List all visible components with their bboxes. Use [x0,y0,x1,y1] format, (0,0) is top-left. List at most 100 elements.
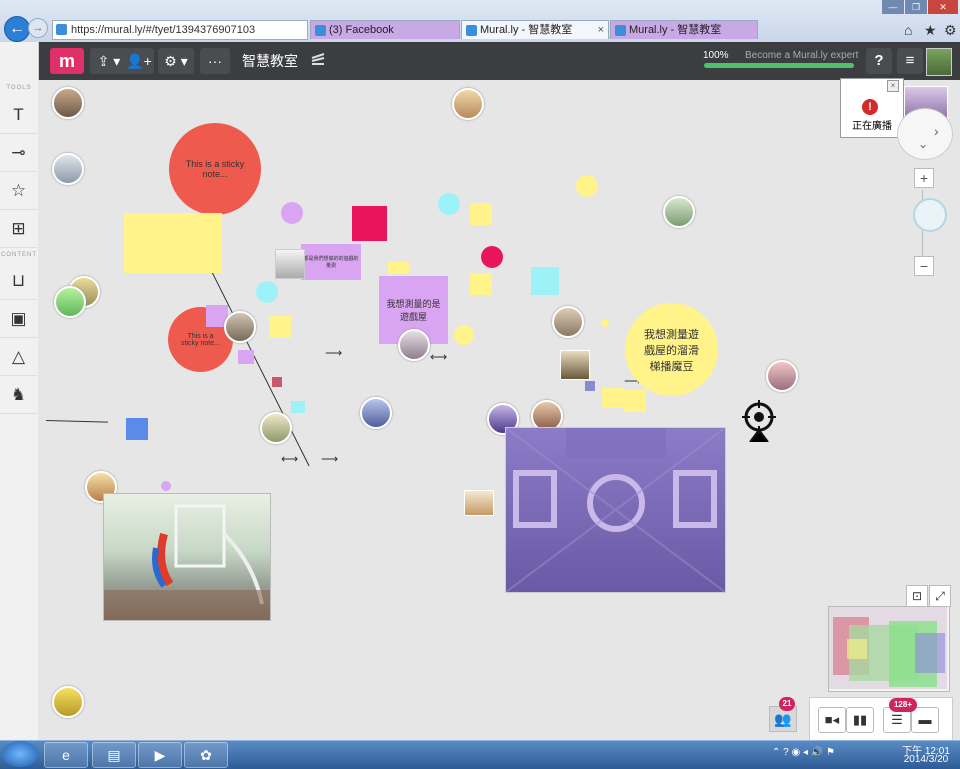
close-window-button[interactable]: ✕ [928,0,958,14]
clock-date[interactable]: 2014/3/20 [896,754,956,765]
sticky-note-circle[interactable] [576,175,598,197]
chevron-down-icon[interactable]: ⌄ [918,137,928,151]
sticky-note-cyan[interactable] [531,267,559,295]
avatar[interactable] [926,48,952,76]
forward-button[interactable]: → [28,18,48,38]
connector-tool-icon[interactable]: ⊸ [0,134,37,172]
playground-photo[interactable] [103,493,271,621]
sticky-note-magenta[interactable] [352,206,387,241]
close-icon[interactable]: × [887,80,899,92]
minimap[interactable] [828,606,950,692]
mural-canvas[interactable]: ⟶ ⟶ ⟷ ⟶ ⟷ ⟶ This is a sticky note... Thi… [38,80,960,740]
avatar[interactable] [54,286,86,318]
chevron-right-icon[interactable]: › [934,123,939,139]
share-button[interactable]: ⇪ ▾ [90,48,128,74]
sticky-note-purple[interactable]: 都是我們想做的的遊戲的量測 [301,244,361,280]
minimize-button[interactable]: — [882,0,904,14]
video-button[interactable]: ■◂ [818,707,846,733]
sticky-note-blue[interactable] [126,418,148,440]
favorites-star-icon[interactable]: ★ [924,22,937,39]
sticky-note-circle[interactable] [454,325,474,345]
cast-icon[interactable] [310,52,328,70]
image-thumbnail[interactable] [585,381,595,391]
sticky-note-circle[interactable] [601,319,609,327]
drive-icon[interactable]: △ [0,338,37,376]
image-thumbnail[interactable] [275,249,305,279]
sticky-note-red-circle[interactable]: This is a sticky note... [169,123,261,215]
sticky-note-circle[interactable] [161,481,171,491]
star-tool-icon[interactable]: ☆ [0,172,37,210]
sticky-note-small[interactable] [624,390,646,412]
zoom-in-button[interactable]: + [914,168,934,188]
fit-to-screen-button[interactable]: ⊡ [906,585,928,607]
add-user-button[interactable]: 👤+ [124,48,154,74]
sticky-note-circle[interactable] [438,193,460,215]
panels-button[interactable]: ▮▮ [846,707,874,733]
explorer-taskbar-icon[interactable]: ▤ [92,742,136,768]
settings-gear-icon[interactable]: ⚙ [944,22,957,39]
avatar[interactable] [52,153,84,185]
image-icon[interactable]: ▣ [0,300,37,338]
grid-tool-icon[interactable]: ⊞ [0,210,37,248]
media-player-taskbar-icon[interactable]: ▶ [138,742,182,768]
avatar[interactable] [224,311,256,343]
connector-arrow-icon[interactable]: ⟶ [325,346,342,360]
start-button[interactable] [2,741,38,767]
pan-control[interactable]: › ⌄ [897,108,953,160]
sticky-note-circle[interactable] [481,246,503,268]
connector-line[interactable] [45,420,108,423]
garden-photo[interactable] [505,427,726,593]
avatar[interactable] [663,196,695,228]
text-tool-icon[interactable]: T [0,96,37,134]
evernote-icon[interactable]: ♞ [0,376,37,414]
image-thumbnail[interactable] [464,490,494,516]
restore-button[interactable]: ❐ [905,0,927,14]
sticky-note-small[interactable] [388,262,410,274]
expert-progress-label[interactable]: Become a Mural.ly expert [745,50,858,61]
settings-button[interactable]: ⚙ ▾ [158,48,194,74]
avatar[interactable] [552,306,584,338]
more-button[interactable]: ··· [200,48,230,74]
ie-taskbar-icon[interactable]: e [44,742,88,768]
back-button[interactable]: ← [4,16,30,42]
tray-icons[interactable]: ⌃ ? ◉ ◂ 🔊 ⚑ [772,747,835,758]
sticky-note-circle[interactable] [281,202,303,224]
address-bar[interactable]: https://mural.ly/#/tyet/1394376907103 [52,20,308,40]
avatar[interactable] [452,88,484,120]
crosshair-icon[interactable] [742,400,776,443]
tab-mural[interactable]: Mural.ly - 智慧教室 [610,20,758,39]
avatar[interactable] [52,87,84,119]
menu-button[interactable]: ≡ [897,48,923,74]
tab-facebook[interactable]: (3) Facebook [310,20,460,39]
image-thumbnail[interactable] [272,377,282,387]
avatar[interactable] [52,686,84,718]
connector-arrow-icon[interactable]: ⟷ [281,452,298,466]
zoom-slider-knob[interactable] [913,198,947,232]
tab-close-icon[interactable]: × [598,21,604,39]
chat-button[interactable]: ▬ [911,707,939,733]
connector-arrow-icon[interactable]: ⟶ [321,452,338,466]
home-icon[interactable]: ⌂ [904,22,912,38]
image-thumbnail[interactable] [560,350,590,380]
sticky-note-small[interactable] [602,388,624,408]
connector-arrow-icon[interactable]: ⟷ [430,350,447,364]
sticky-note-small[interactable] [269,316,291,338]
sticky-note-small[interactable] [470,203,492,225]
avatar[interactable] [766,360,798,392]
avatar[interactable] [360,397,392,429]
fullscreen-button[interactable]: ⤢ [929,585,951,607]
avatar[interactable] [260,412,292,444]
sticky-note-small[interactable] [238,350,254,364]
mural-logo-button[interactable]: m [50,48,84,74]
avatar[interactable] [398,329,430,361]
inbox-icon[interactable]: ⊔ [0,262,37,300]
sticky-note-small[interactable] [291,401,305,413]
broadcast-label[interactable]: 正在廣播 [848,117,896,132]
tab-mural-active[interactable]: Mural.ly - 智慧教室 × [461,20,609,39]
sticky-note-small[interactable] [470,273,492,295]
help-button[interactable]: ? [866,48,892,74]
sticky-note-yellow-circle[interactable]: 我想測量遊戲屋的溜滑梯播魔豆 [625,303,718,396]
sticky-note-yellow[interactable] [124,213,222,273]
sticky-note-circle[interactable] [256,281,278,303]
app-taskbar-icon[interactable]: ✿ [184,742,228,768]
